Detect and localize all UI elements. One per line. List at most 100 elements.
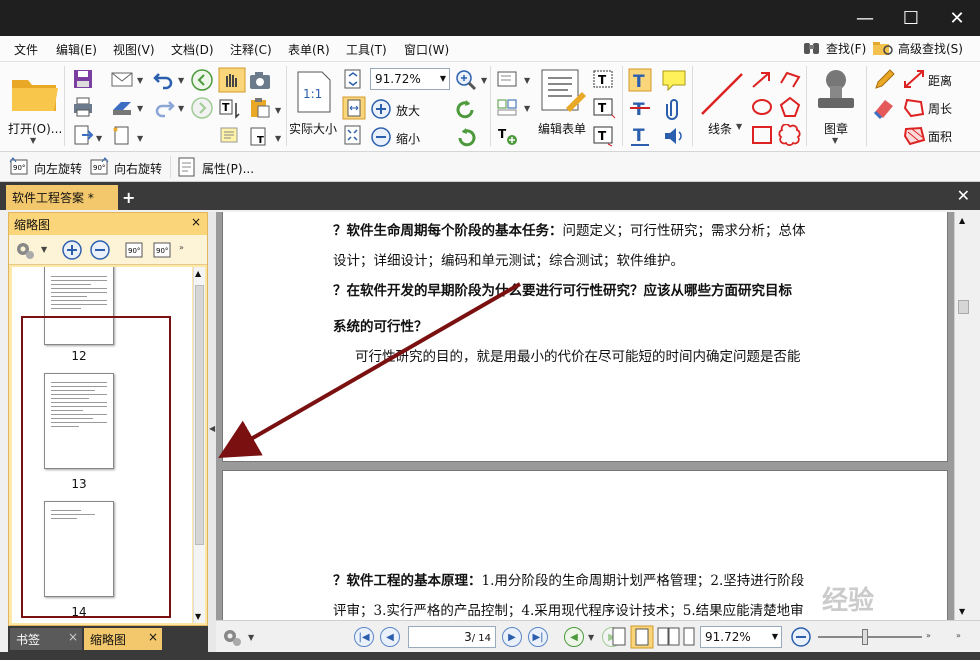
thumbnail-scroll-thumb[interactable] [195,285,204,545]
thumbnail-page-14[interactable] [44,501,114,597]
line-tool-icon[interactable] [698,70,746,118]
doc-scroll-up-icon[interactable]: ▲ [959,216,965,225]
hand-tool-icon[interactable] [218,67,246,93]
status-more-icon[interactable]: » [926,631,931,640]
text-box-icon[interactable]: T [592,68,616,92]
polygon-tool-icon[interactable] [778,96,802,118]
next-view-icon[interactable] [190,96,214,120]
tab-bookmarks-close[interactable]: × [68,630,78,644]
single-page-icon[interactable] [610,625,628,649]
zoom-combo[interactable]: 91.72% ▼ [370,68,450,90]
continuous-page-icon[interactable] [630,625,654,649]
annotation-select-icon[interactable] [218,125,244,147]
doc-scroll-thumb[interactable] [958,300,969,314]
print-icon[interactable] [72,96,94,118]
menu-view[interactable]: 视图(V) [113,41,155,58]
zoom-out-label[interactable]: 缩小 [396,130,420,147]
panel-close-button[interactable]: × [191,215,201,229]
note-icon[interactable] [660,68,688,92]
thumbnail-page-12[interactable] [44,267,114,345]
open-label[interactable]: 打开(O)... [8,120,62,137]
panel-splitter[interactable]: ◀ [208,212,216,652]
add-tab-button[interactable]: + [122,188,135,207]
reduce-thumbnails-icon[interactable] [89,239,111,261]
actual-size-label[interactable]: 实际大小 [289,120,337,137]
zoom-slider-track[interactable] [818,636,922,638]
rotate-left-label[interactable]: 向左旋转 [34,160,82,177]
rotate-ccw-icon[interactable] [454,98,478,120]
strikeout-icon[interactable]: T [628,96,652,120]
menu-tools[interactable]: 工具(T) [346,41,387,58]
menu-window[interactable]: 窗口(W) [404,41,449,58]
fit-width-icon[interactable] [342,96,366,120]
new-document-icon[interactable] [110,124,134,146]
distance-label[interactable]: 距离 [928,72,952,89]
scroll-up-icon[interactable]: ▲ [195,269,201,278]
continuous-facing-icon[interactable] [682,625,696,649]
zoom-dropdown-icon[interactable]: ▼ [440,74,446,83]
panel-more-icon[interactable]: » [179,243,184,252]
menu-file[interactable]: 文件 [14,41,38,58]
thumb-rotate-right-icon[interactable]: 90° [151,239,173,261]
tab-bookmarks[interactable]: 书签 × [10,628,82,650]
redo-icon[interactable] [152,96,176,118]
actual-size-icon[interactable]: 1:1 [296,70,332,114]
typewriter-icon[interactable]: T [248,125,272,147]
eraser-icon[interactable] [872,96,896,120]
export-icon[interactable] [72,124,94,146]
rotate-right-label[interactable]: 向右旋转 [114,160,162,177]
cloud-tool-icon[interactable] [778,124,802,146]
zoom-slider-thumb[interactable] [862,629,868,645]
status-zoom-combo[interactable]: 91.72% ▼ [700,626,782,648]
previous-page-button[interactable]: ◀ [380,627,400,647]
form-text-field-icon[interactable] [496,68,520,90]
scanner-icon[interactable] [110,96,134,118]
edit-form-label[interactable]: 编辑表单 [538,120,586,137]
sound-icon[interactable] [662,124,686,148]
typewriter-box-icon[interactable]: T [592,124,616,148]
fit-page-icon[interactable] [342,68,364,90]
page-number-field[interactable]: 3/ 14 [408,626,496,648]
minimize-button[interactable]: — [842,0,888,36]
pencil-icon[interactable] [872,68,896,92]
rotate-cw-icon[interactable] [454,126,478,148]
status-zoom-dropdown-icon[interactable]: ▼ [772,632,778,641]
zoom-tool-icon[interactable] [454,68,478,92]
rectangle-tool-icon[interactable] [750,124,774,146]
form-add-icon[interactable]: T [496,124,520,146]
attachment-icon[interactable] [662,96,686,120]
previous-view-icon[interactable] [190,68,214,92]
highlight-icon[interactable]: T [628,68,652,92]
status-options-gear-icon[interactable] [220,626,244,648]
tab-document[interactable]: 软件工程答案 * [6,185,118,210]
properties-icon[interactable] [176,156,198,178]
options-gear-icon[interactable] [13,239,37,261]
area-label[interactable]: 面积 [928,128,952,145]
perimeter-icon[interactable] [902,96,926,118]
first-page-button[interactable]: |◀ [354,627,374,647]
polyline-tool-icon[interactable] [778,68,802,90]
save-icon[interactable] [72,68,94,90]
underline-icon[interactable]: T [628,124,652,148]
perimeter-label[interactable]: 周长 [928,100,952,117]
maximize-button[interactable]: ☐ [888,0,934,36]
advanced-find-button[interactable]: 高级查找(S) [872,39,963,57]
open-folder-icon[interactable] [10,72,60,114]
status-overflow-icon[interactable]: » [956,631,961,640]
menu-form[interactable]: 表单(R) [288,41,330,58]
thumb-rotate-left-icon[interactable]: 90° [123,239,145,261]
find-button[interactable]: 查找(F) [802,39,866,57]
form-checkbox-icon[interactable] [496,96,520,118]
document-scrollbar[interactable]: ▲ ▼ [954,212,972,620]
status-options-dropdown[interactable]: ▼ [248,633,254,642]
menu-comment[interactable]: 注释(C) [230,41,272,58]
rotate-right-icon[interactable]: 90° [88,156,110,178]
collapse-panel-icon[interactable]: ◀ [209,424,215,433]
back-view-button[interactable]: ◀ [564,627,584,647]
distance-icon[interactable] [902,68,926,90]
line-label[interactable]: 线条 [708,120,732,137]
zoom-in-icon[interactable] [370,98,392,120]
close-window-button[interactable]: ✕ [934,0,980,36]
open-dropdown-icon[interactable]: ▼ [30,136,36,145]
rotate-left-icon[interactable]: 90° [8,156,30,178]
